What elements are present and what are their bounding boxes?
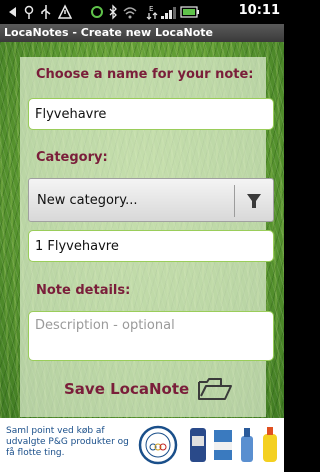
pg-logo-icon (138, 425, 178, 465)
data-icon: E (146, 4, 158, 20)
details-textarea[interactable]: Description - optional (28, 311, 274, 361)
product-bottle-icon (238, 426, 256, 464)
save-label: Save LocaNote (64, 380, 190, 398)
sync-icon (90, 4, 104, 20)
spinner-divider (234, 185, 235, 217)
bluetooth-icon (108, 4, 118, 20)
status-time: 10:11 (238, 3, 280, 18)
wifi-icon (122, 4, 138, 20)
svg-text:E: E (149, 5, 153, 13)
warning-icon (57, 4, 73, 20)
back-arrow-icon (6, 4, 18, 20)
signal-icon (160, 4, 178, 20)
ad-banner[interactable]: Saml point ved køb af udvalgte P&G produ… (0, 418, 284, 472)
save-button[interactable]: Save LocaNote (64, 372, 233, 406)
dropdown-arrow-icon[interactable] (244, 191, 264, 211)
usb-icon (40, 4, 52, 20)
window-title: LocaNotes - Create new LocaNote (0, 24, 284, 42)
product-detergent-icon (260, 424, 280, 464)
location-icon (24, 4, 34, 20)
details-label: Note details: (36, 283, 131, 298)
new-category-input[interactable]: 1 Flyvehavre (28, 230, 274, 262)
product-pack-icon (212, 428, 234, 462)
category-label: Category: (36, 150, 108, 165)
battery-icon (180, 4, 200, 20)
product-box-icon (188, 426, 208, 464)
status-bar: E 10:11 (0, 0, 284, 24)
folder-icon (197, 376, 233, 402)
category-spinner[interactable]: New category... (28, 178, 274, 222)
name-label: Choose a name for your note: (36, 67, 254, 82)
ad-text: Saml point ved køb af udvalgte P&G produ… (6, 426, 129, 458)
category-selected: New category... (37, 193, 138, 208)
note-name-input[interactable]: Flyvehavre (28, 98, 274, 130)
